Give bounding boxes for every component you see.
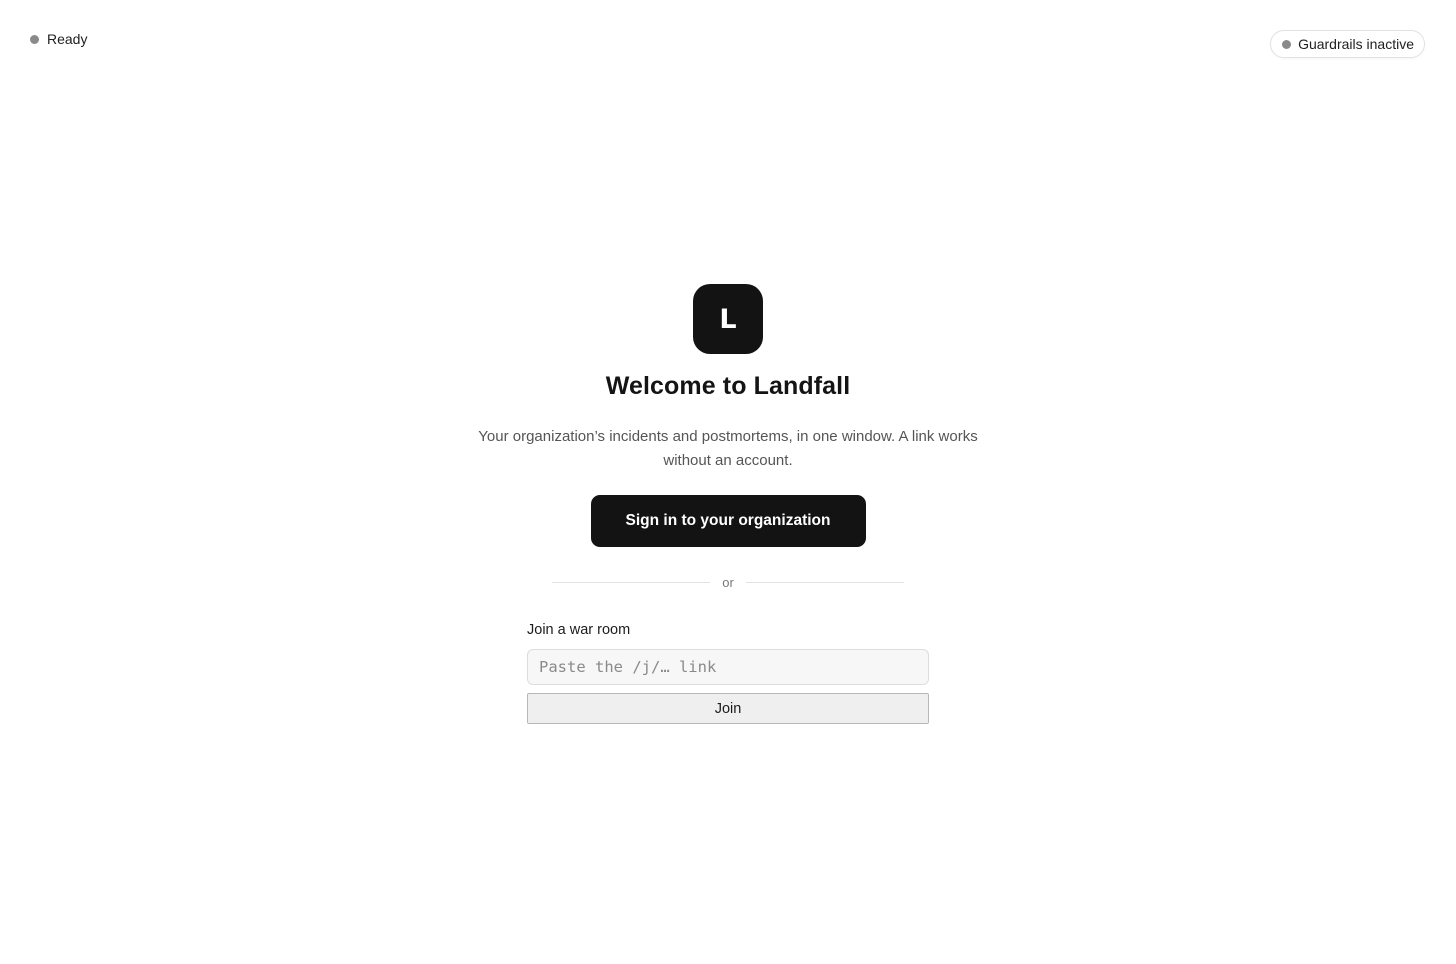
divider-label: or xyxy=(722,575,734,590)
status-dot-icon xyxy=(30,34,39,44)
join-war-room-form: Join a war room Join xyxy=(527,622,929,724)
divider-line-right xyxy=(745,582,904,583)
welcome-page: Ready Guardrails inactive L Welcome to L… xyxy=(0,0,1456,964)
join-label: Join a war room xyxy=(527,622,631,638)
divider-line-left xyxy=(552,582,711,583)
page-title: Welcome to Landfall xyxy=(605,372,851,400)
welcome-panel: L Welcome to Landfall Your organization’… xyxy=(0,284,1456,724)
status-label: Ready xyxy=(47,31,88,47)
logo-letter: L xyxy=(719,303,737,335)
sign-in-button[interactable]: Sign in to your organization xyxy=(590,495,866,547)
status-indicator: Ready xyxy=(30,31,87,47)
guardrails-dot-icon xyxy=(1282,39,1292,49)
landfall-logo: L xyxy=(693,284,763,354)
guardrails-label: Guardrails inactive xyxy=(1298,36,1414,52)
join-button[interactable]: Join xyxy=(527,693,929,724)
page-subtitle: Your organization’s incidents and postmo… xyxy=(478,428,978,469)
join-link-input[interactable] xyxy=(527,649,929,685)
guardrails-badge[interactable]: Guardrails inactive xyxy=(1270,30,1425,58)
or-divider: or xyxy=(552,575,904,590)
